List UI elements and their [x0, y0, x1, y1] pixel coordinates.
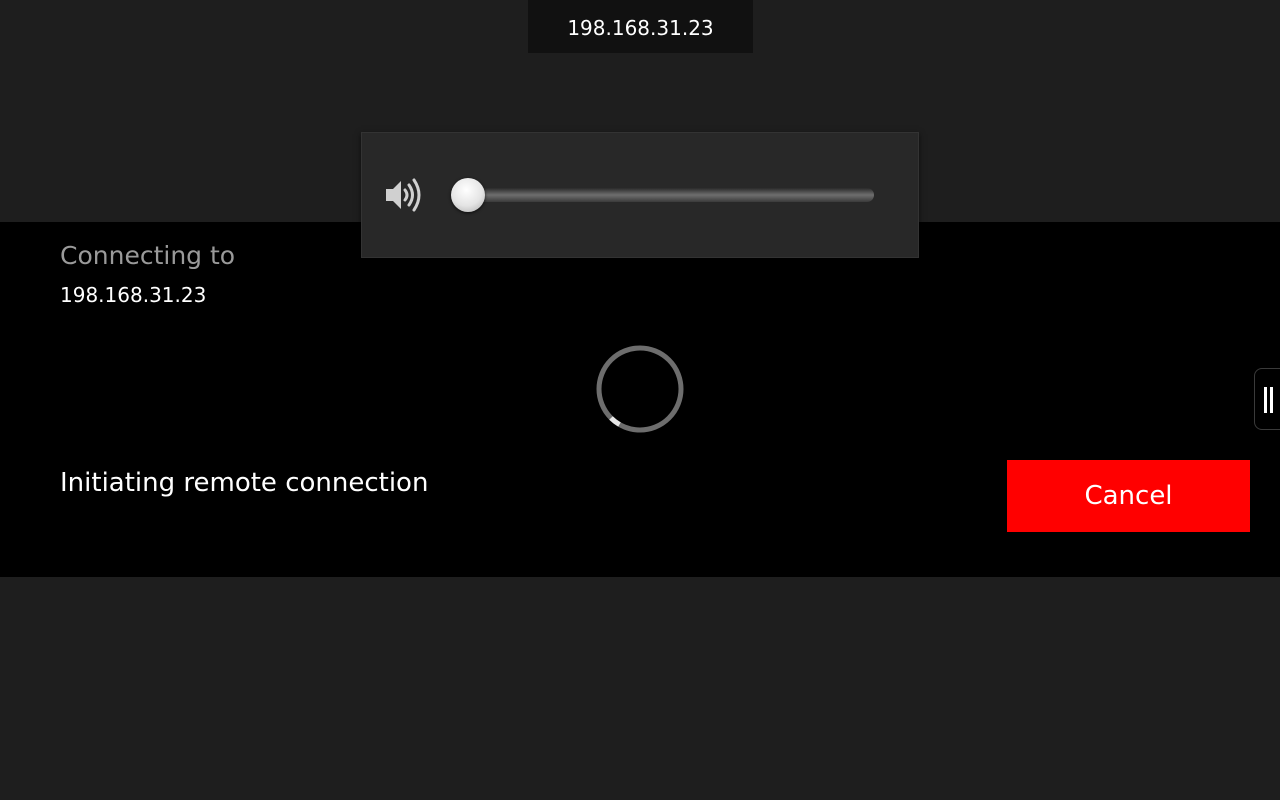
connection-status: Initiating remote connection: [60, 468, 429, 498]
volume-panel: [361, 132, 919, 258]
connecting-title: Connecting to: [60, 241, 236, 270]
cancel-button[interactable]: Cancel: [1007, 460, 1250, 532]
connection-dialog: Connecting to 198.168.31.23 Initiating r…: [0, 222, 1280, 577]
top-host-label: 198.168.31.23: [567, 16, 714, 40]
top-host-tab[interactable]: 198.168.31.23: [528, 0, 753, 53]
volume-slider[interactable]: [450, 175, 874, 215]
volume-slider-track[interactable]: [468, 188, 874, 202]
connecting-host: 198.168.31.23: [60, 283, 207, 307]
loading-spinner-icon: [596, 345, 684, 433]
side-drawer-handle[interactable]: [1254, 368, 1280, 430]
remote-desktop-screen: 198.168.31.23 Connecting to 198.168.31.2…: [0, 0, 1280, 800]
volume-slider-thumb[interactable]: [451, 178, 485, 212]
speaker-volume-icon[interactable]: [384, 177, 424, 213]
